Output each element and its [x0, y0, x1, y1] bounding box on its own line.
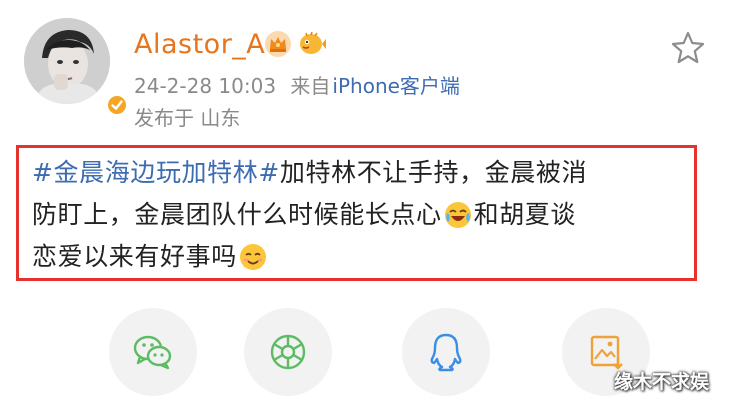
post-location: 发布于 山东 — [134, 106, 241, 130]
watermark: 缘木不求娱 — [614, 371, 710, 393]
weibo-post: Alastor_A 24-2-28 10:03 来自 iPhone客户端 发布于 … — [0, 0, 733, 404]
share-moments-button[interactable] — [244, 308, 332, 396]
moments-icon — [270, 334, 306, 370]
post-text-line2-end: 和胡夏谈 — [473, 200, 577, 229]
star-icon[interactable] — [670, 30, 706, 66]
topic-hashtag-link[interactable]: #金晨海边玩加特林# — [32, 158, 280, 187]
post-source-link[interactable]: iPhone客户端 — [332, 74, 460, 98]
avatar-image — [24, 18, 110, 104]
pufferfish-badge-icon — [300, 31, 326, 54]
post-timestamp: 24-2-28 10:03 — [134, 74, 277, 98]
smile-emoji-icon — [239, 244, 266, 270]
crown-badge-icon — [265, 31, 291, 57]
post-content: #金晨海边玩加特林#加特林不让手持，金晨被消 防盯上，金晨团队什么时候能长点心 … — [32, 152, 687, 278]
source-prefix: 来自 — [290, 74, 331, 98]
wechat-icon — [133, 335, 172, 370]
username[interactable]: Alastor_A — [134, 28, 265, 62]
avatar[interactable] — [24, 18, 128, 116]
post-text-line3: 恋爱以来有好事吗 — [32, 242, 237, 271]
share-qq-button[interactable] — [402, 308, 490, 396]
verified-badge-icon — [106, 94, 128, 116]
user-badges — [264, 30, 326, 58]
post-meta: 24-2-28 10:03 来自 iPhone客户端 — [134, 72, 460, 100]
qq-icon — [430, 333, 462, 372]
laugh-cry-emoji-icon — [444, 202, 471, 228]
post-text-line2: 防盯上，金晨团队什么时候能长点心 — [32, 200, 442, 229]
share-wechat-button[interactable] — [109, 308, 197, 396]
post-text-line1: 加特林不让手持，金晨被消 — [279, 158, 588, 187]
